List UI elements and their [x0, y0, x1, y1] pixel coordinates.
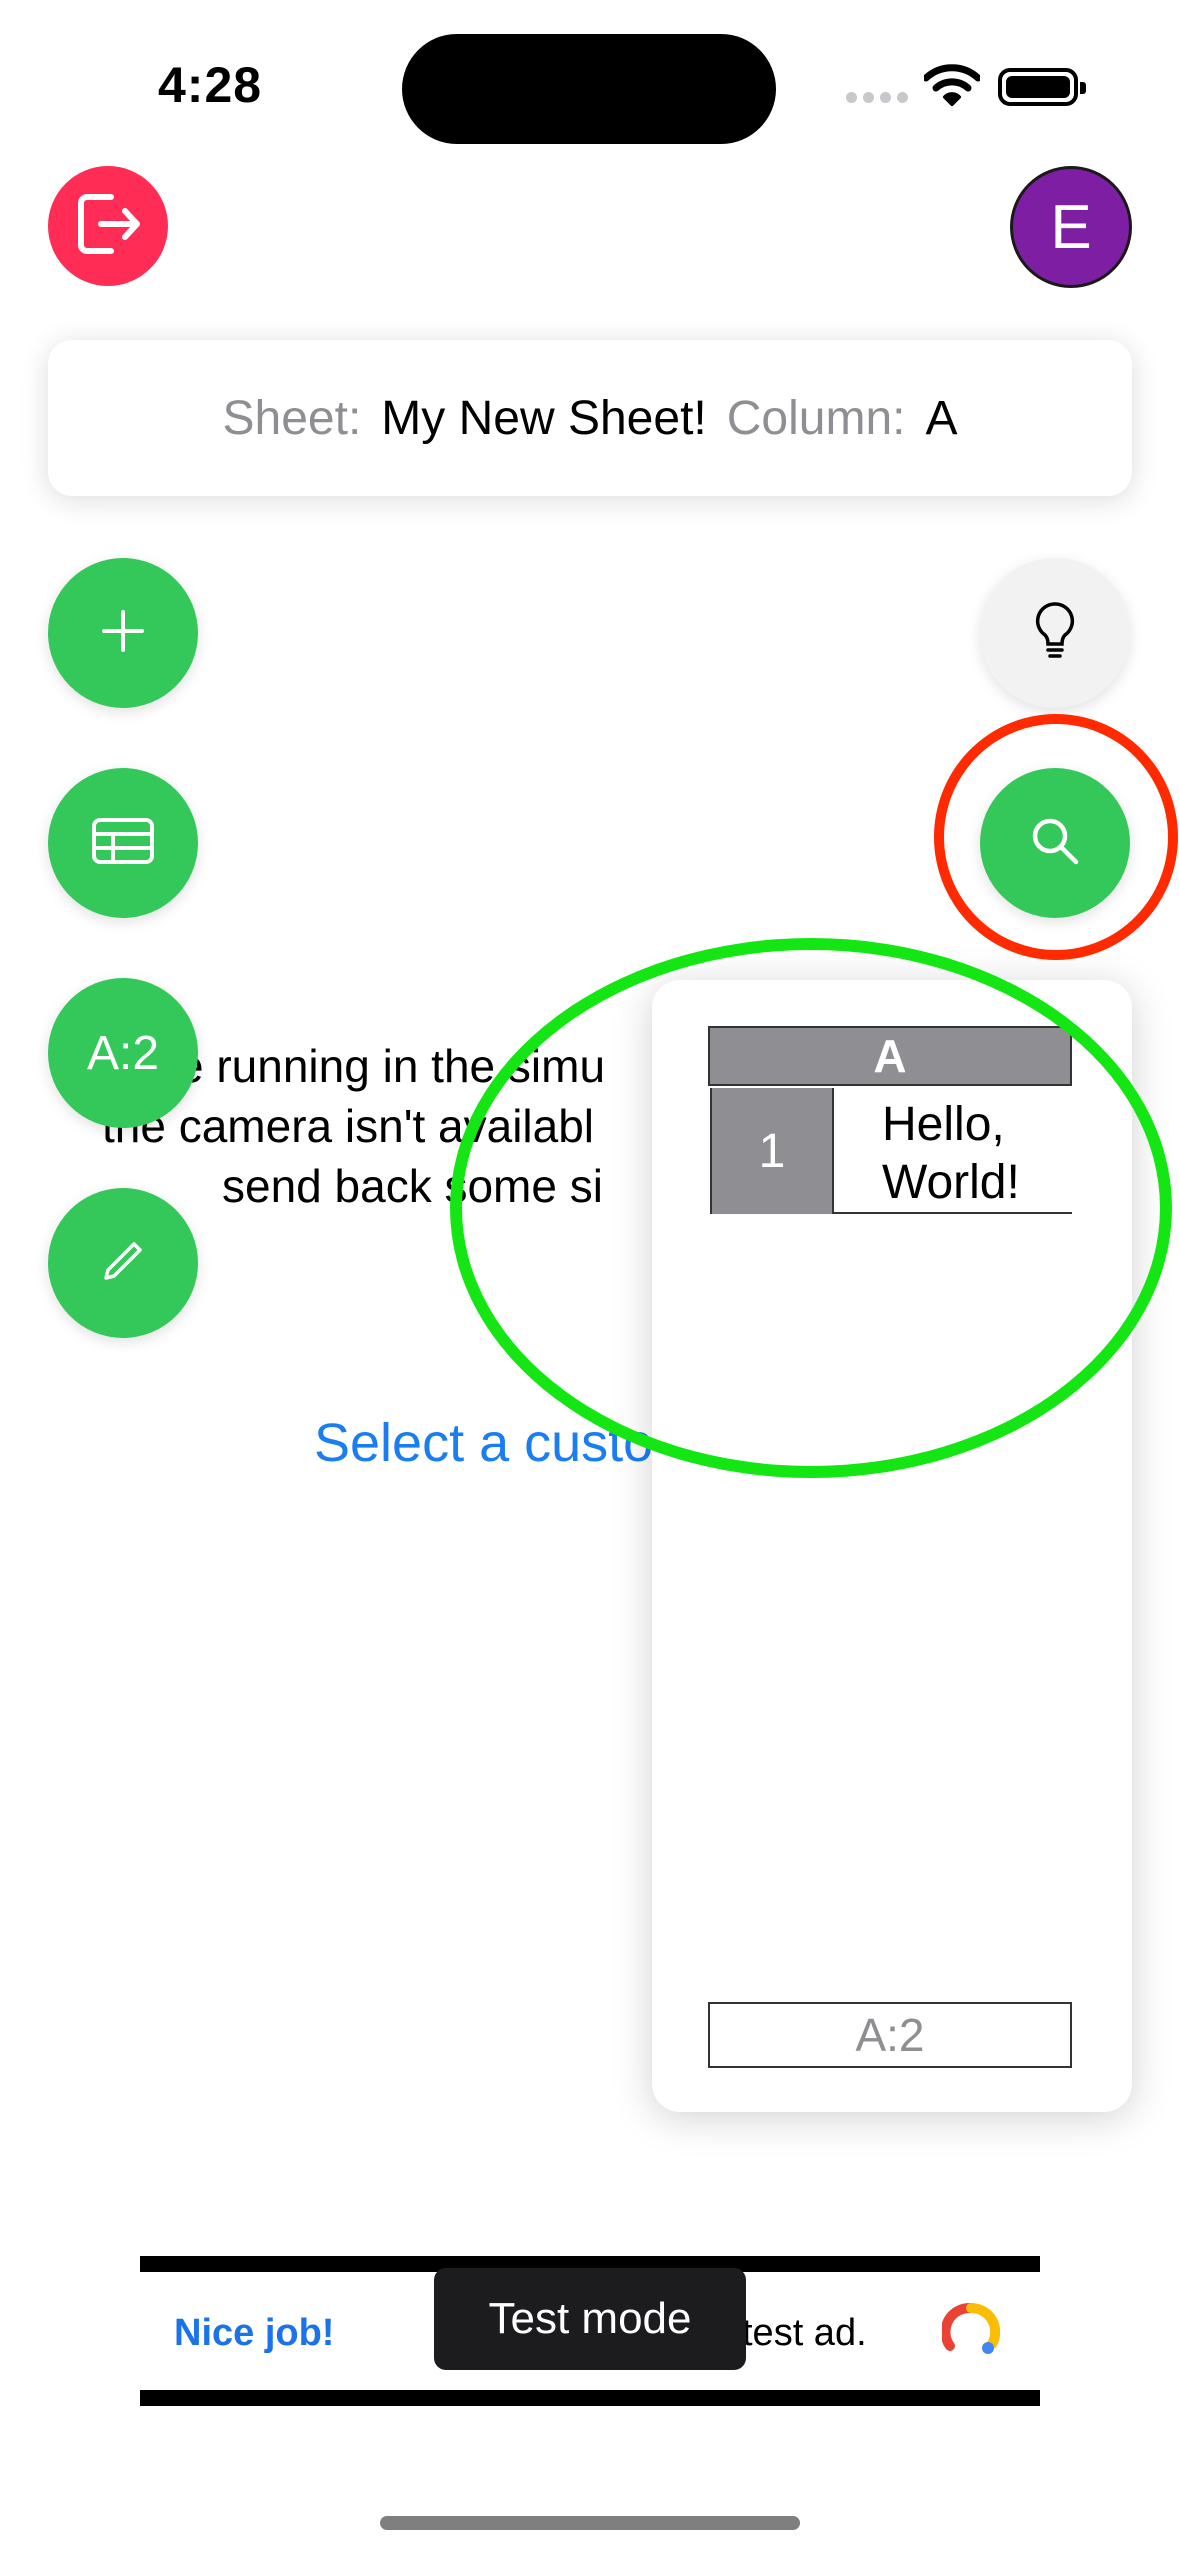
- plus-icon: [100, 608, 146, 659]
- battery-icon: [998, 68, 1086, 106]
- dynamic-island: [402, 34, 776, 144]
- column-name: A: [925, 391, 958, 445]
- pencil-icon: [98, 1236, 148, 1291]
- annotation-green-ellipse: [450, 938, 1172, 1478]
- hint-button[interactable]: [980, 558, 1130, 708]
- cell-selector-button[interactable]: A:2: [48, 978, 198, 1128]
- add-button[interactable]: [48, 558, 198, 708]
- status-time: 4:28: [158, 57, 263, 113]
- cell-reference-field[interactable]: A:2: [708, 2002, 1072, 2068]
- ad-right-text: test ad.: [742, 2312, 867, 2354]
- ad-logo-icon: [940, 2302, 1001, 2365]
- cellular-signal-icon: [846, 92, 908, 106]
- ad-left-text: Nice job!: [174, 2312, 335, 2354]
- avatar[interactable]: E: [1010, 166, 1132, 288]
- sheet-name: My New Sheet!: [381, 391, 707, 445]
- logout-icon: [73, 189, 143, 264]
- edit-button[interactable]: [48, 1188, 198, 1338]
- sheet-info-card: Sheet: My New Sheet! Column: A: [48, 340, 1132, 496]
- table-button[interactable]: [48, 768, 198, 918]
- logout-button[interactable]: [48, 166, 168, 286]
- column-label: Column:: [726, 391, 906, 445]
- lightbulb-icon: [1033, 600, 1077, 667]
- annotation-red-circle: [934, 714, 1178, 960]
- home-indicator[interactable]: [380, 2516, 800, 2530]
- table-icon: [91, 817, 155, 870]
- sheet-label: Sheet:: [222, 391, 362, 445]
- wifi-icon: [922, 64, 982, 111]
- test-mode-badge: Test mode: [434, 2268, 746, 2370]
